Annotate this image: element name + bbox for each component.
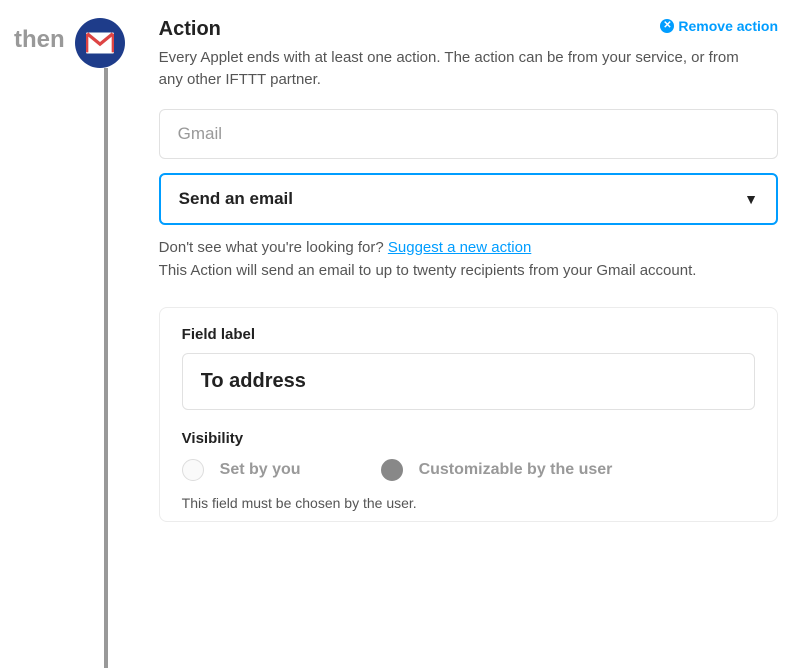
visibility-customizable[interactable]: Customizable by the user — [381, 459, 613, 481]
section-title: Action — [159, 18, 221, 41]
gmail-service-icon — [75, 18, 125, 68]
visibility-hint: This field must be chosen by the user. — [182, 495, 755, 511]
step-indicator: then — [14, 18, 125, 522]
section-description: Every Applet ends with at least one acti… — [159, 47, 739, 91]
visibility-title: Visibility — [182, 430, 755, 447]
suggest-prefix: Don't see what you're looking for? — [159, 239, 388, 256]
radio-icon — [182, 459, 204, 481]
action-select[interactable]: Send an email ▼ — [159, 173, 778, 225]
suggest-action-link[interactable]: Suggest a new action — [388, 239, 531, 256]
action-description: This Action will send an email to up to … — [159, 262, 778, 279]
remove-action-link[interactable]: ✕ Remove action — [660, 18, 778, 34]
chevron-down-icon: ▼ — [744, 191, 758, 207]
remove-icon: ✕ — [660, 19, 674, 33]
service-search-input[interactable]: Gmail — [159, 109, 778, 159]
field-label-input[interactable] — [182, 353, 755, 410]
then-label: then — [14, 18, 65, 54]
visibility-set-by-you[interactable]: Set by you — [182, 459, 301, 481]
radio-icon — [381, 459, 403, 481]
field-config-card: Field label Visibility Set by you Custom… — [159, 307, 778, 522]
radio-label: Customizable by the user — [419, 461, 613, 479]
field-label-title: Field label — [182, 326, 755, 343]
suggest-line: Don't see what you're looking for? Sugge… — [159, 239, 778, 256]
gmail-icon — [86, 32, 114, 54]
service-search-placeholder: Gmail — [178, 124, 222, 143]
remove-action-label: Remove action — [678, 18, 778, 34]
vertical-connector — [104, 68, 108, 668]
action-select-value: Send an email — [179, 189, 293, 209]
radio-label: Set by you — [220, 461, 301, 479]
